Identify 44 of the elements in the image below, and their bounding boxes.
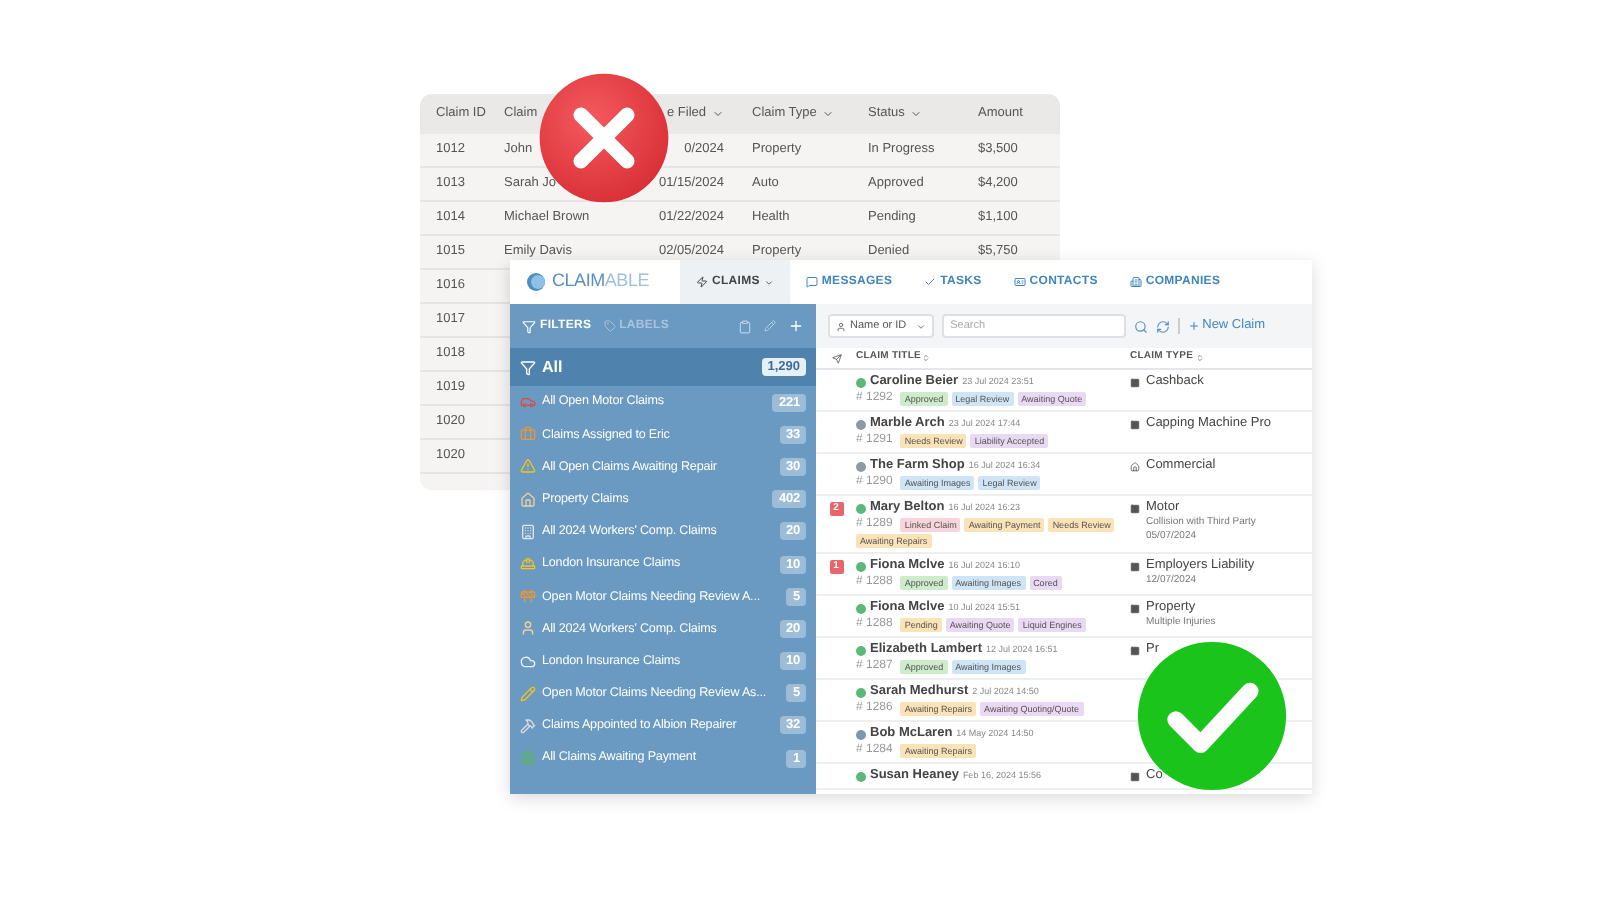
plus-icon bbox=[1188, 320, 1201, 332]
add-icon[interactable] bbox=[788, 318, 804, 334]
refresh-icon[interactable] bbox=[1156, 319, 1171, 333]
caret-icon bbox=[916, 321, 927, 331]
chat-icon bbox=[805, 276, 818, 288]
hard-hat-icon bbox=[520, 556, 536, 573]
filter-icon bbox=[520, 359, 536, 375]
logo-text: CLAIMABLE bbox=[552, 268, 650, 295]
pencil-icon bbox=[520, 685, 536, 702]
square-icon bbox=[1130, 503, 1140, 513]
caret-icon bbox=[910, 108, 923, 120]
barrier-icon bbox=[520, 588, 536, 605]
edit-icon[interactable] bbox=[764, 320, 776, 332]
search-icon[interactable] bbox=[1134, 319, 1149, 333]
filter-icon bbox=[522, 319, 536, 333]
briefcase-icon bbox=[520, 426, 536, 443]
filter-label: All bbox=[542, 355, 565, 379]
square-icon bbox=[1130, 419, 1140, 429]
square-icon bbox=[1130, 561, 1140, 571]
square-icon bbox=[1130, 603, 1140, 613]
square-icon bbox=[1130, 645, 1140, 655]
person-icon bbox=[520, 620, 536, 637]
dollar-icon bbox=[520, 750, 536, 767]
check-icon bbox=[924, 276, 937, 288]
lightning-icon bbox=[696, 276, 708, 288]
building-icon bbox=[520, 523, 536, 540]
square-icon bbox=[1130, 377, 1140, 387]
warning-icon bbox=[520, 458, 536, 475]
tag-icon bbox=[603, 320, 616, 332]
caret-icon bbox=[822, 108, 835, 120]
person-icon bbox=[836, 321, 846, 331]
logo-icon bbox=[526, 272, 546, 292]
car-icon bbox=[520, 394, 536, 411]
building-icon bbox=[1129, 276, 1142, 288]
house-icon bbox=[520, 491, 536, 508]
send-icon[interactable] bbox=[831, 353, 841, 363]
square-icon bbox=[1130, 771, 1140, 781]
caret-icon bbox=[763, 277, 774, 287]
clipboard-icon[interactable] bbox=[738, 319, 752, 333]
house-icon bbox=[1130, 461, 1140, 471]
contact-card-icon bbox=[1013, 276, 1026, 288]
caret-icon bbox=[712, 108, 724, 120]
cloud-icon bbox=[520, 653, 536, 670]
hammer-icon bbox=[520, 717, 536, 734]
